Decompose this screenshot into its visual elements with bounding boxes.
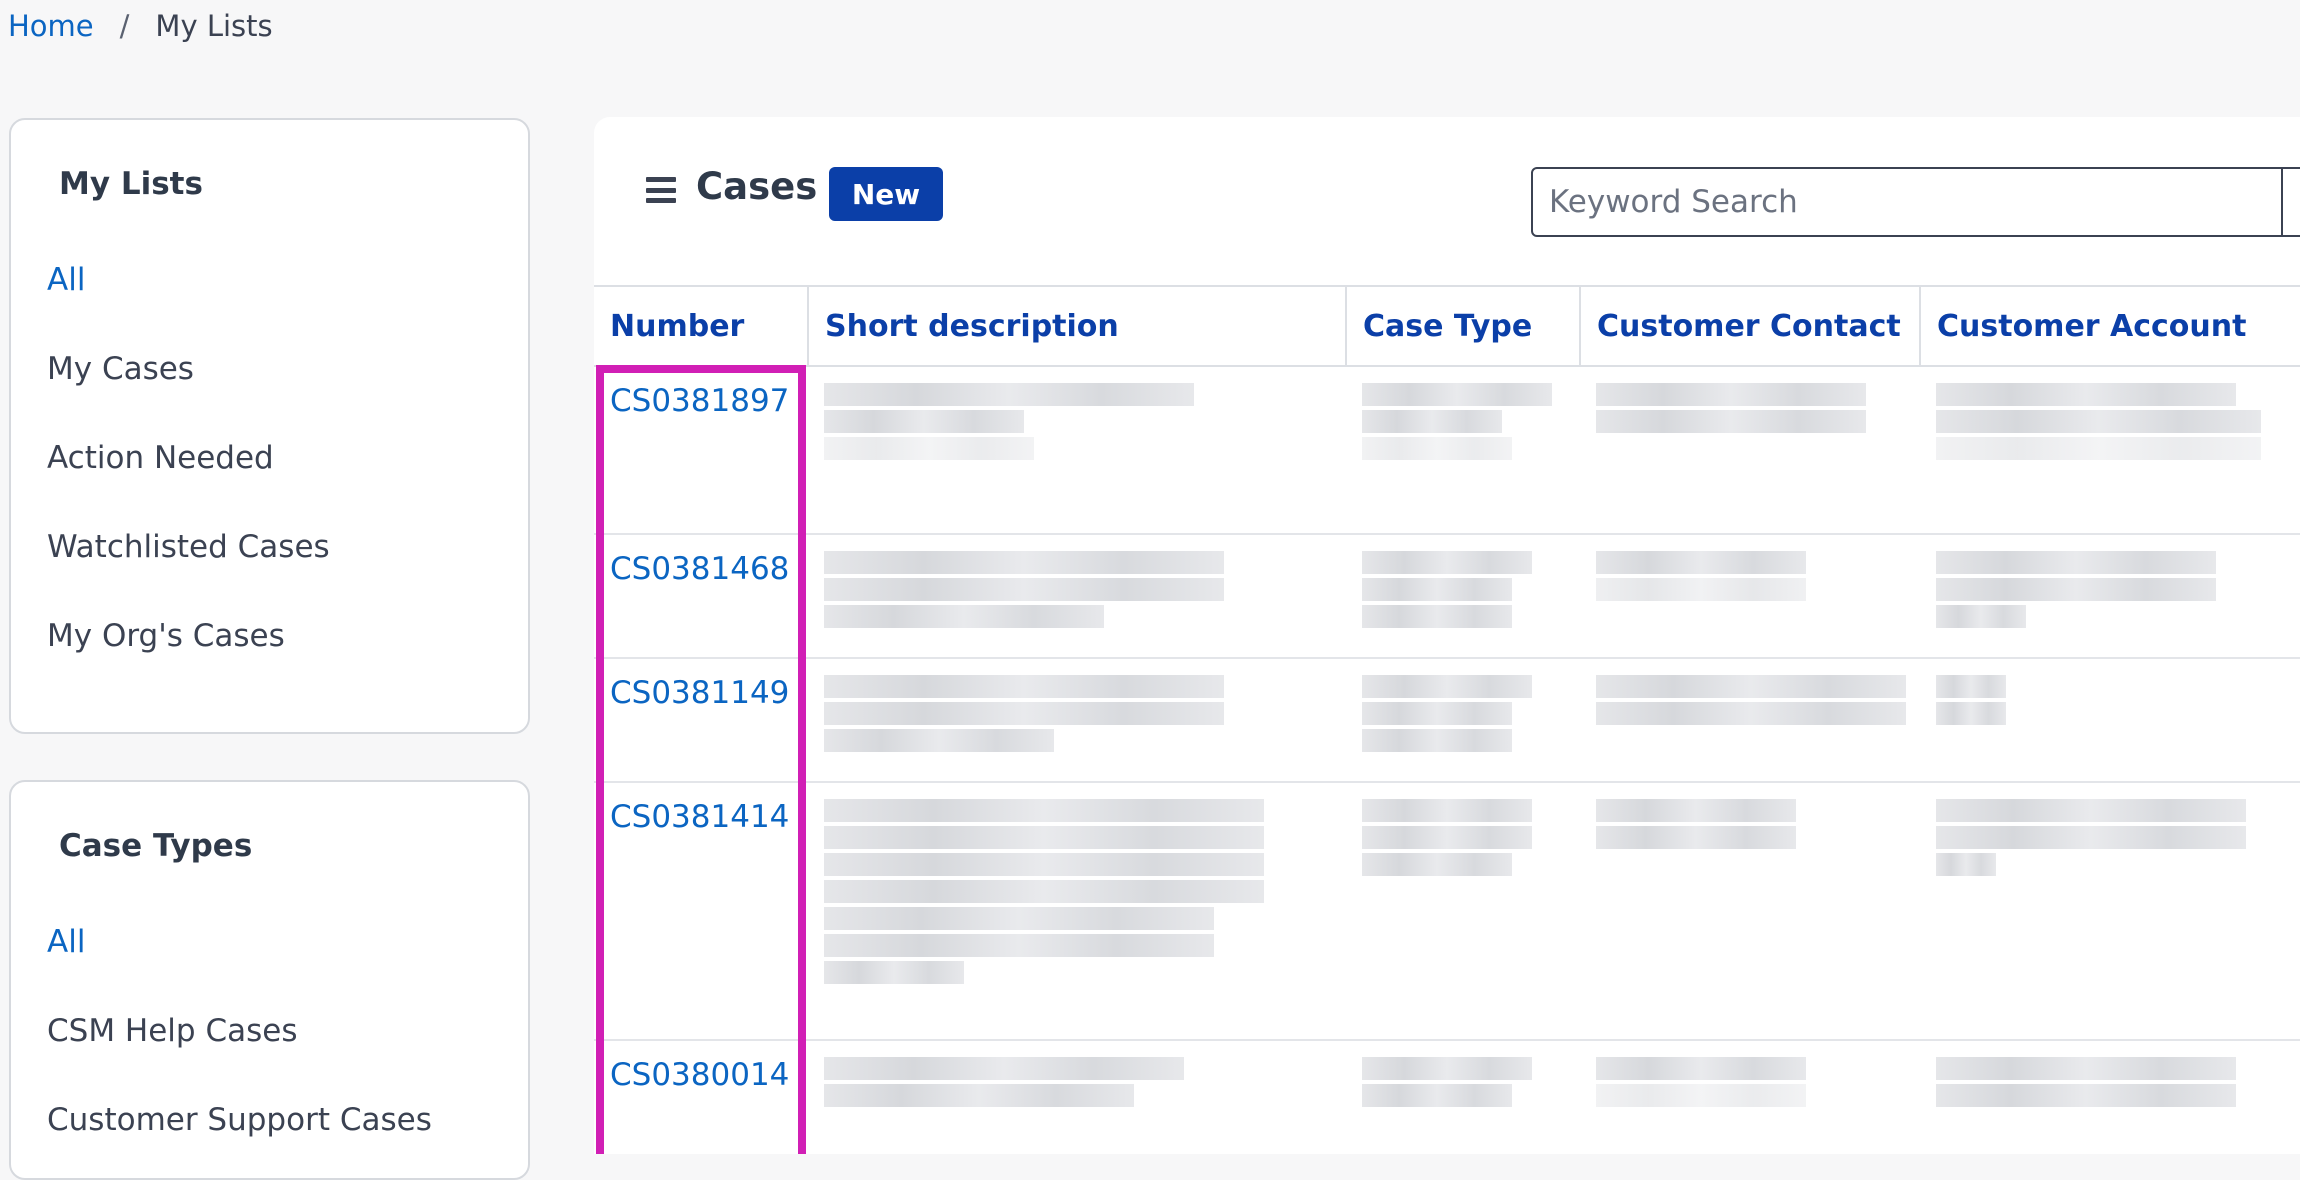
my-lists-panel: My Lists All My Cases Action Needed Watc… [9, 118, 530, 734]
column-header-customer-account[interactable]: Customer Account [1920, 285, 2300, 367]
my-lists-item-watchlisted-cases[interactable]: Watchlisted Cases [47, 529, 330, 565]
hamburger-menu-icon[interactable] [646, 177, 676, 203]
keyword-search-input[interactable] [1533, 169, 2281, 235]
cell-number: CS0381897 [594, 366, 808, 535]
cell-short-description-redacted [808, 782, 1346, 1041]
case-types-item-all[interactable]: All [47, 924, 85, 960]
my-lists-item-action-needed[interactable]: Action Needed [47, 440, 274, 476]
case-types-item-customer-support-cases[interactable]: Customer Support Cases [47, 1102, 432, 1138]
table-row: CS0381414 [594, 782, 2300, 1041]
table-row: CS0380014 [594, 1040, 2300, 1154]
cell-number: CS0381414 [594, 782, 808, 1041]
case-types-title: Case Types [59, 828, 253, 864]
cell-number: CS0381149 [594, 658, 808, 783]
case-number-link[interactable]: CS0380014 [610, 1057, 789, 1093]
table-row: CS0381149 [594, 658, 2300, 783]
column-header-short-description[interactable]: Short description [808, 285, 1347, 367]
table-header-row: Number Short description Case Type Custo… [594, 285, 2300, 367]
case-number-link[interactable]: CS0381468 [610, 551, 789, 587]
case-types-item-csm-help-cases[interactable]: CSM Help Cases [47, 1013, 297, 1049]
cell-short-description-redacted [808, 534, 1346, 659]
cell-number: CS0381468 [594, 534, 808, 659]
keyword-search-box [1531, 167, 2300, 237]
list-title: Cases [696, 165, 818, 208]
my-lists-item-all[interactable]: All [47, 262, 85, 298]
cell-customer-account-redacted [1920, 534, 2300, 659]
search-button[interactable] [2281, 169, 2300, 235]
breadcrumb-home-link[interactable]: Home [8, 9, 94, 43]
cases-table: Number Short description Case Type Custo… [594, 285, 2300, 1154]
cell-customer-contact-redacted [1580, 534, 1920, 659]
cell-short-description-redacted [808, 658, 1346, 783]
cell-customer-contact-redacted [1580, 782, 1920, 1041]
column-header-customer-contact[interactable]: Customer Contact [1580, 285, 1921, 367]
cell-short-description-redacted [808, 366, 1346, 535]
cell-number: CS0380014 [594, 1040, 808, 1154]
case-number-link[interactable]: CS0381149 [610, 675, 789, 711]
cell-case-type-redacted [1346, 534, 1580, 659]
cell-customer-account-redacted [1920, 782, 2300, 1041]
cell-customer-contact-redacted [1580, 658, 1920, 783]
cell-case-type-redacted [1346, 782, 1580, 1041]
cell-customer-account-redacted [1920, 1040, 2300, 1154]
cell-short-description-redacted [808, 1040, 1346, 1154]
case-number-link[interactable]: CS0381414 [610, 799, 789, 835]
new-case-button[interactable]: New [829, 167, 943, 221]
breadcrumb: Home / My Lists [8, 6, 273, 46]
cell-case-type-redacted [1346, 366, 1580, 535]
cell-customer-contact-redacted [1580, 366, 1920, 535]
my-lists-title: My Lists [59, 166, 203, 202]
cell-customer-contact-redacted [1580, 1040, 1920, 1154]
breadcrumb-current: My Lists [155, 9, 273, 43]
my-lists-item-my-cases[interactable]: My Cases [47, 351, 194, 387]
table-row: CS0381468 [594, 534, 2300, 659]
case-number-link[interactable]: CS0381897 [610, 383, 789, 419]
breadcrumb-separator: / [119, 9, 130, 43]
cell-case-type-redacted [1346, 658, 1580, 783]
table-row: CS0381897 [594, 366, 2300, 535]
cases-list-card: Cases New Number Short description Ca [594, 117, 2300, 1154]
cell-case-type-redacted [1346, 1040, 1580, 1154]
column-header-case-type[interactable]: Case Type [1346, 285, 1581, 367]
my-lists-item-my-orgs-cases[interactable]: My Org's Cases [47, 618, 285, 654]
cell-customer-account-redacted [1920, 366, 2300, 535]
column-header-number[interactable]: Number [594, 285, 809, 367]
case-types-panel: Case Types All CSM Help Cases Customer S… [9, 780, 530, 1180]
list-header: Cases New [594, 117, 2300, 285]
cell-customer-account-redacted [1920, 658, 2300, 783]
